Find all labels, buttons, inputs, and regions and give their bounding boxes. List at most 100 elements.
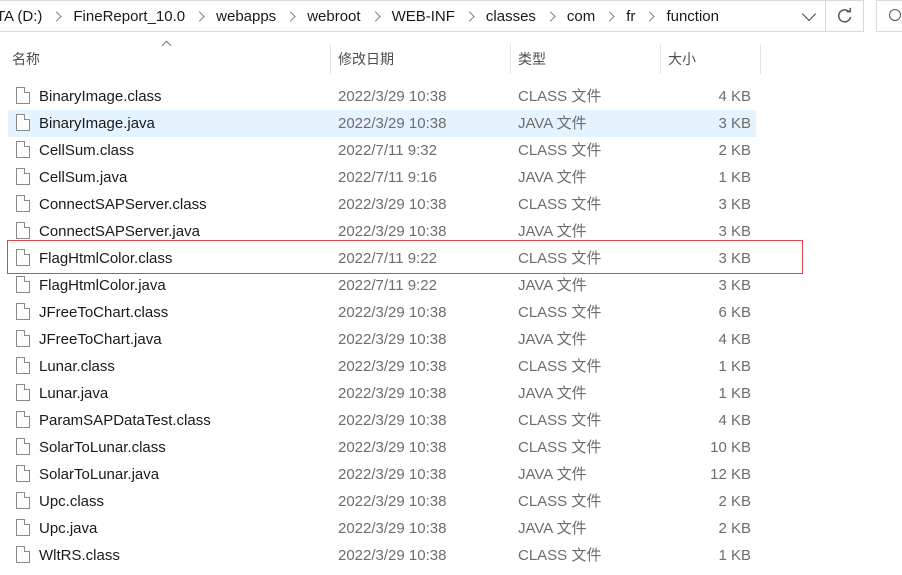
file-size: 1 KB [718,358,751,375]
address-history-dropdown[interactable] [793,1,825,31]
file-row[interactable]: BinaryImage.class 2022/3/29 10:38 CLASS 文件… [0,83,902,110]
file-icon [16,114,30,131]
file-row[interactable]: Upc.java 2022/3/29 10:38 JAVA 文件 2 KB [0,515,902,542]
sort-up-icon [161,40,172,51]
column-header-name[interactable]: 名称 [12,40,40,76]
file-type: CLASS 文件 [518,439,602,456]
file-modified-date: 2022/3/29 10:38 [338,466,447,483]
column-divider[interactable] [510,44,511,74]
file-icon [16,303,30,320]
file-row[interactable]: SolarToLunar.java 2022/3/29 10:38 JAVA 文件 1… [0,461,902,488]
file-name: JFreeToChart.java [39,331,162,348]
file-modified-date: 2022/7/11 9:22 [338,250,437,267]
file-row[interactable]: CellSum.java 2022/7/11 9:16 JAVA 文件 1 KB [0,164,902,191]
chevron-right-icon[interactable] [51,10,62,22]
column-header-date[interactable]: 修改日期 [338,40,394,76]
file-size: 3 KB [718,277,751,294]
file-size: 10 KB [710,439,751,456]
file-icon [16,330,30,347]
file-row[interactable]: ParamSAPDataTest.class 2022/3/29 10:38 CLA… [0,407,902,434]
file-row[interactable]: ConnectSAPServer.java 2022/3/29 10:38 JAVA… [0,218,902,245]
file-row[interactable]: JFreeToChart.class 2022/3/29 10:38 CLASS 文… [0,299,902,326]
file-name: SolarToLunar.java [39,466,160,483]
column-header-size[interactable]: 大小 [668,40,696,76]
file-icon [16,519,30,536]
breadcrumb-item-fr[interactable]: fr [624,8,637,25]
file-name: WltRS.class [39,547,120,564]
file-icon [16,141,30,158]
column-header-type[interactable]: 类型 [518,40,546,76]
file-row[interactable]: ConnectSAPServer.class 2022/3/29 10:38 CLA… [0,191,902,218]
file-modified-date: 2022/7/11 9:32 [338,142,437,159]
file-name: Upc.java [39,520,98,537]
file-row[interactable]: Upc.class 2022/3/29 10:38 CLASS 文件 2 KB [0,488,902,515]
file-type: CLASS 文件 [518,304,602,321]
chevron-right-icon[interactable] [604,10,615,22]
file-modified-date: 2022/3/29 10:38 [338,304,447,321]
breadcrumb-item-webapps[interactable]: webapps [214,8,278,25]
file-name: Lunar.class [39,358,115,375]
file-icon [16,546,30,563]
chevron-right-icon[interactable] [285,10,296,22]
search-input[interactable] [876,0,902,32]
file-type: CLASS 文件 [518,142,602,159]
file-row[interactable]: Lunar.java 2022/3/29 10:38 JAVA 文件 1 KB [0,380,902,407]
file-modified-date: 2022/3/29 10:38 [338,358,447,375]
file-row[interactable]: BinaryImage.java 2022/3/29 10:38 JAVA 文件 3 … [0,110,902,137]
file-size: 2 KB [718,493,751,510]
chevron-right-icon[interactable] [194,10,205,22]
chevron-right-icon[interactable] [464,10,475,22]
column-divider[interactable] [330,44,331,74]
file-row[interactable]: Lunar.class 2022/3/29 10:38 CLASS 文件 1 KB [0,353,902,380]
file-size: 1 KB [718,385,751,402]
file-size: 3 KB [718,250,751,267]
refresh-button[interactable] [826,0,864,32]
breadcrumb-item-classes[interactable]: classes [484,8,538,25]
file-list: BinaryImage.class 2022/3/29 10:38 CLASS 文件… [0,83,902,569]
breadcrumb[interactable]: TA (D:) FineReport_10.0 webapps webroot … [0,0,826,32]
file-size: 6 KB [718,304,751,321]
chevron-right-icon[interactable] [545,10,556,22]
file-icon [16,87,30,104]
chevron-right-icon[interactable] [644,10,656,22]
file-size: 2 KB [718,142,751,159]
file-row[interactable]: FlagHtmlColor.class 2022/7/11 9:22 CLASS 文… [0,245,902,272]
breadcrumb-item-function[interactable]: function [664,8,721,25]
breadcrumb-item-com[interactable]: com [565,8,597,25]
file-row[interactable]: SolarToLunar.class 2022/3/29 10:38 CLASS 文… [0,434,902,461]
file-modified-date: 2022/3/29 10:38 [338,331,447,348]
file-size: 1 KB [718,547,751,564]
file-name: BinaryImage.java [39,115,155,132]
file-row[interactable]: FlagHtmlColor.java 2022/7/11 9:22 JAVA 文件 3… [0,272,902,299]
file-row[interactable]: JFreeToChart.java 2022/3/29 10:38 JAVA 文件 4… [0,326,902,353]
breadcrumb-item-web-inf[interactable]: WEB-INF [390,8,457,25]
file-size: 3 KB [718,196,751,213]
column-divider[interactable] [760,44,761,74]
file-icon [16,168,30,185]
chevron-right-icon[interactable] [369,10,381,22]
file-size: 4 KB [718,88,751,105]
file-icon [16,465,30,482]
column-divider[interactable] [660,44,661,74]
file-icon [16,411,30,428]
file-type: CLASS 文件 [518,358,602,375]
file-icon [16,492,30,509]
file-name: BinaryImage.class [39,88,162,105]
column-header-row: 名称 修改日期 类型 大小 [0,40,902,76]
file-icon [16,195,30,212]
file-size: 4 KB [718,412,751,429]
file-name: JFreeToChart.class [39,304,169,321]
breadcrumb-item-drive[interactable]: TA (D:) [0,8,44,25]
file-name: Upc.class [39,493,105,510]
file-type: JAVA 文件 [518,385,587,402]
breadcrumb-item-webroot[interactable]: webroot [305,8,362,25]
file-modified-date: 2022/3/29 10:38 [338,412,447,429]
file-type: JAVA 文件 [518,115,587,132]
file-row[interactable]: CellSum.class 2022/7/11 9:32 CLASS 文件 2 KB [0,137,902,164]
file-row[interactable]: WltRS.class 2022/3/29 10:38 CLASS 文件 1 KB [0,542,902,569]
breadcrumb-item-finereport[interactable]: FineReport_10.0 [71,8,187,25]
file-modified-date: 2022/3/29 10:38 [338,88,447,105]
file-name: Lunar.java [39,385,109,402]
file-modified-date: 2022/3/29 10:38 [338,547,447,564]
file-type: JAVA 文件 [518,520,587,537]
